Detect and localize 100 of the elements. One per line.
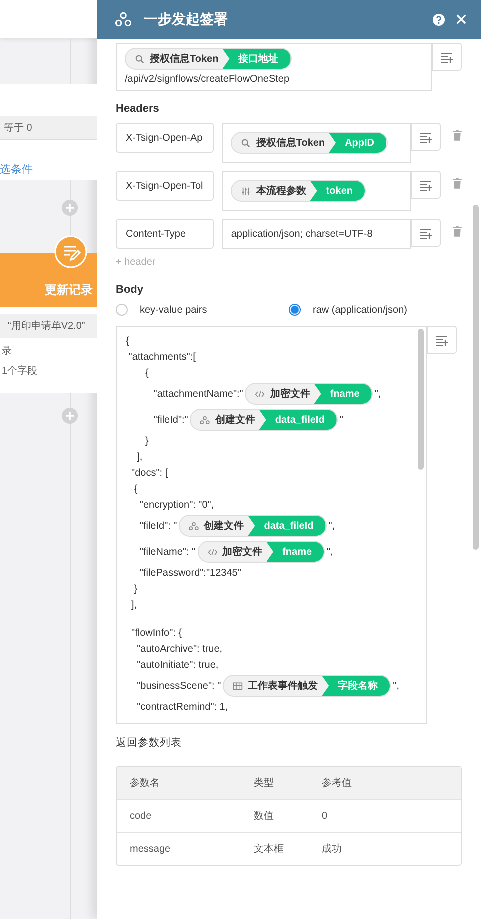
column-header: 类型 — [254, 776, 275, 790]
variable-tag[interactable]: 加密文件 fname — [198, 541, 326, 563]
code-text: ", — [374, 388, 382, 400]
header-key-field[interactable]: X-Tsign-Open-Ap — [116, 123, 214, 153]
code-text: { — [133, 484, 138, 494]
insert-variable-button[interactable] — [411, 219, 442, 247]
tag-source: 工作表事件触发 — [248, 680, 320, 693]
insert-variable-button[interactable] — [411, 123, 442, 151]
tag-field: data_fileId — [248, 516, 326, 536]
code-text: "fileName": " — [138, 546, 196, 558]
tag-source: 创建文件 — [204, 520, 246, 533]
code-text: "attachmentName":" — [152, 388, 244, 400]
table-cell-text: 数值 — [254, 810, 275, 823]
variable-tag[interactable]: 工作表事件触发 字段名称 — [223, 675, 392, 697]
insert-variable-button[interactable] — [411, 171, 442, 199]
form-name: “用印申请单V2.0” — [8, 320, 86, 333]
code-text: " — [340, 414, 344, 426]
column-header: 参数名 — [130, 776, 161, 790]
tag-source: 授权信息Token — [256, 136, 326, 150]
scrollbar-thumb[interactable] — [473, 205, 479, 550]
code-text: ", — [328, 520, 336, 532]
variable-tag[interactable]: 加密文件 fname — [245, 383, 373, 405]
nodes-icon — [189, 522, 200, 530]
json-editor[interactable] — [116, 326, 427, 724]
insert-variable-button[interactable] — [427, 326, 457, 354]
tag-source: 加密文件 — [222, 546, 264, 559]
code-text: "autoArchive": true, — [136, 644, 223, 654]
tag-field: 字段名称 — [322, 676, 390, 696]
variable-tag[interactable]: 授权信息Token AppID — [231, 132, 388, 154]
header-key-field[interactable]: Content-Type — [116, 219, 214, 249]
code-text: "attachments":[ — [128, 352, 196, 362]
tag-source: 加密文件 — [270, 388, 312, 401]
code-text: } — [144, 436, 149, 446]
code-text: ], — [136, 452, 143, 462]
variable-tag[interactable]: 本流程参数 token — [231, 180, 366, 202]
trash-icon[interactable] — [453, 130, 462, 141]
header-value-field[interactable]: 本流程参数 token — [222, 171, 412, 211]
body-title: Body — [116, 284, 144, 296]
code-text: "businessScene": " — [136, 680, 222, 692]
table-cell-text: message — [130, 844, 172, 854]
help-icon[interactable] — [433, 14, 445, 26]
code-text: "fileId":" — [152, 414, 188, 426]
action-text: 录 — [1, 345, 13, 358]
header-value-field[interactable]: application/json; charset=UTF-8 — [222, 219, 412, 249]
tag-field: token — [310, 181, 366, 201]
body-mode-radio[interactable]: key-value pairs — [116, 304, 289, 316]
nodes-icon — [115, 12, 132, 27]
header-value: application/json; charset=UTF-8 — [231, 228, 373, 240]
field-count: 1个字段 — [1, 364, 39, 378]
nodes-icon — [200, 416, 210, 424]
variable-tag[interactable]: 创建文件 data_fileId — [179, 515, 327, 537]
tag-field: fname — [314, 384, 372, 404]
tag-field: 接口地址 — [222, 49, 291, 69]
tag-source: 创建文件 — [215, 414, 256, 427]
url-value: /api/v2/signflows/createFlowOneStep — [125, 74, 290, 85]
code-text: "encryption": "0", — [138, 500, 214, 510]
code-text: "docs": [ — [130, 468, 168, 478]
tag-field: data_fileId — [259, 410, 337, 430]
trash-icon[interactable] — [453, 178, 462, 189]
drawer-title: 一步发起签署 — [144, 10, 229, 28]
code-text: ", — [393, 680, 400, 692]
headers-title: Headers — [116, 103, 160, 115]
table-cell-text: 0 — [322, 810, 329, 822]
list-add-icon — [420, 132, 433, 142]
variable-tag[interactable]: 授权信息Token 接口地址 — [125, 48, 292, 70]
action-title: 更新记录 — [45, 282, 93, 299]
search-icon — [241, 138, 252, 148]
list-add-icon — [420, 180, 433, 190]
variable-tag[interactable]: 创建文件 data_fileId — [190, 409, 338, 431]
insert-variable-button[interactable] — [432, 43, 462, 71]
search-icon — [135, 54, 145, 64]
condition-value: 等于 0 — [4, 122, 32, 134]
trash-icon[interactable] — [453, 226, 462, 237]
table-cell-text: 文本框 — [254, 842, 285, 856]
returns-title: 返回参数列表 — [116, 736, 183, 750]
code-text: { — [144, 368, 149, 378]
list-add-icon — [440, 52, 454, 62]
list-add-icon — [436, 334, 448, 346]
sliders-icon — [241, 186, 252, 196]
tag-field: AppID — [329, 133, 387, 153]
code-text: "fileId": " — [138, 520, 178, 532]
code-text: } — [133, 584, 138, 594]
table-icon — [233, 682, 244, 690]
header-key-field[interactable]: X-Tsign-Open-Tol — [116, 171, 214, 201]
code-text: "flowInfo": { — [130, 628, 182, 638]
list-add-icon — [420, 228, 433, 238]
code-text: { — [126, 336, 130, 346]
url-field[interactable]: 授权信息Token 接口地址 /api/v2/signflows/createFlowOneStep — [116, 43, 432, 91]
code-text: ", — [327, 546, 334, 558]
close-icon[interactable] — [456, 14, 467, 25]
scrollbar-thumb[interactable] — [418, 329, 424, 470]
tag-field: fname — [266, 542, 324, 562]
header-value-field[interactable]: 授权信息Token AppID — [222, 123, 412, 163]
tag-source: 本流程参数 — [256, 184, 308, 198]
column-header: 参考值 — [322, 776, 353, 790]
code-icon — [255, 390, 266, 398]
code-text: "filePassword":"12345" — [138, 568, 242, 578]
body-mode-radio[interactable]: raw (application/json) — [289, 304, 408, 316]
tag-source: 授权信息Token — [150, 52, 220, 66]
table-cell-text: 成功 — [322, 842, 343, 856]
